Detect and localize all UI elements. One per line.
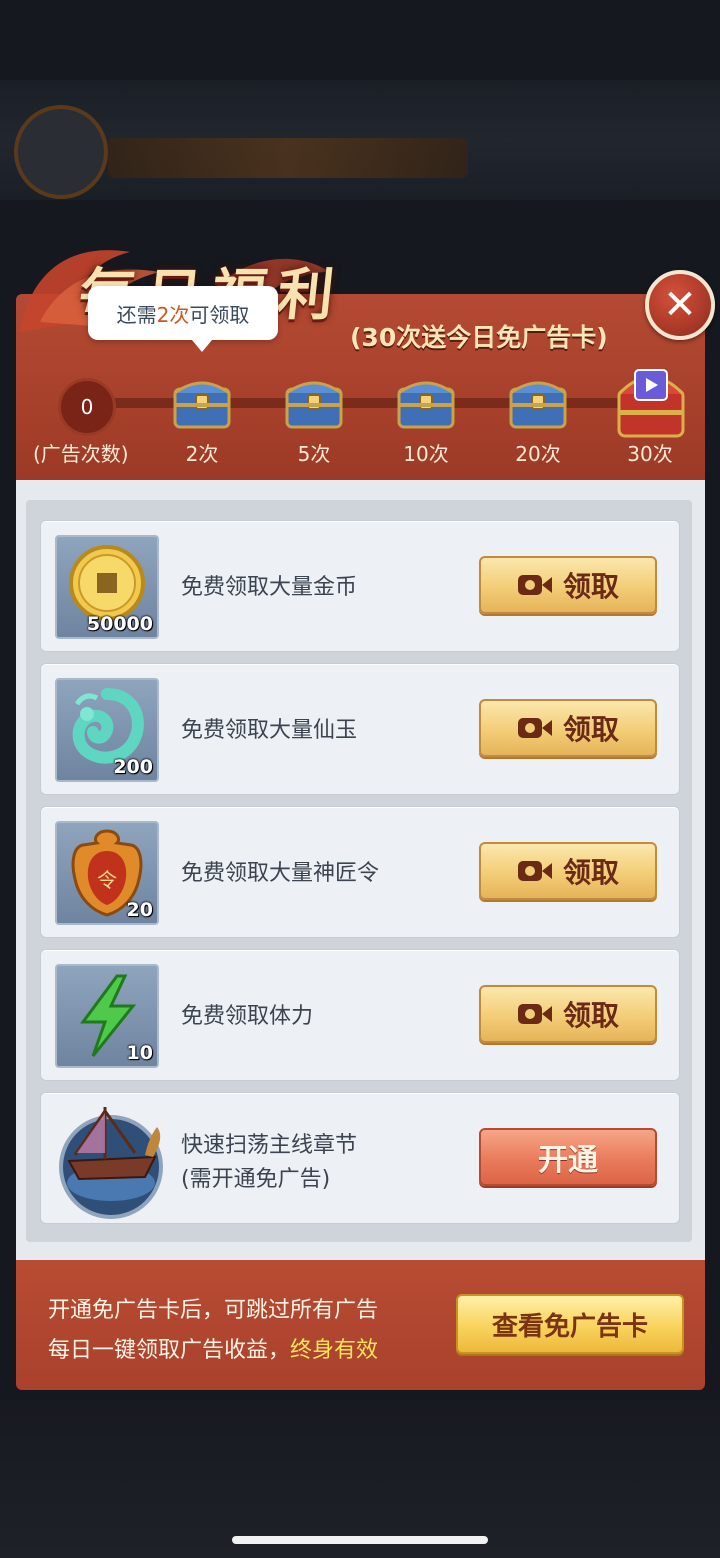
milestone-label: 10次 xyxy=(403,442,449,466)
home-indicator[interactable] xyxy=(232,1536,488,1544)
footer-text-prefix: 每日一键领取广告收益， xyxy=(48,1338,291,1363)
reward-name: 免费领取大量神匠令 xyxy=(181,861,380,886)
milestone-label: 2次 xyxy=(185,442,219,466)
reward-icon-box: 令 20 xyxy=(55,821,159,925)
sweep-subtitle: (需开通免广告) xyxy=(181,1167,331,1192)
reward-quantity: 200 xyxy=(113,756,153,778)
reward-icon-box: 200 xyxy=(55,678,159,782)
reward-card-stamina: 10 免费领取体力 领取 xyxy=(40,949,680,1081)
reward-icon-box: 50000 xyxy=(55,535,159,639)
ad-count-label: (广告次数) xyxy=(33,442,129,466)
reward-quantity: 20 xyxy=(126,899,153,921)
tooltip-text: 还需 xyxy=(116,302,157,327)
claim-button[interactable]: 领取 xyxy=(479,699,657,757)
claim-button[interactable]: 领取 xyxy=(479,556,657,614)
chest-icon[interactable] xyxy=(508,373,568,431)
claim-button-label: 领取 xyxy=(562,570,619,603)
chest-icon[interactable] xyxy=(396,373,456,431)
progress-track xyxy=(84,398,654,408)
milestone-label: 30次 xyxy=(627,442,673,466)
reward-icon-box: 10 xyxy=(55,964,159,1068)
svg-text:令: 令 xyxy=(97,868,117,892)
video-camera-icon xyxy=(517,575,552,595)
close-button[interactable]: ✕ xyxy=(645,270,715,340)
tooltip-highlight: 2次 xyxy=(156,302,190,327)
reward-card-craft-token: 令 20 免费领取大量神匠令 领取 xyxy=(40,806,680,938)
video-camera-icon xyxy=(517,1004,552,1024)
tooltip-text: 可领取 xyxy=(189,302,250,327)
claim-button[interactable]: 领取 xyxy=(479,985,657,1043)
reward-name: 免费领取体力 xyxy=(181,1004,314,1029)
claim-button[interactable]: 领取 xyxy=(479,842,657,900)
reward-quantity: 10 xyxy=(126,1042,153,1064)
chest-icon[interactable] xyxy=(172,373,232,431)
ad-count-badge: 0 xyxy=(58,378,116,436)
milestone-label: 5次 xyxy=(297,442,331,466)
sweep-card: 快速扫荡主线章节 (需开通免广告) 开通 xyxy=(40,1092,680,1224)
background-banner xyxy=(108,138,468,178)
footer-text: 开通免广告卡后，可跳过所有广告 xyxy=(48,1298,379,1323)
background-avatar xyxy=(14,105,108,199)
video-camera-icon xyxy=(517,718,552,738)
claim-button-label: 领取 xyxy=(562,713,619,746)
reward-card-gold: 50000 免费领取大量金币 领取 xyxy=(40,520,680,652)
video-camera-icon xyxy=(517,861,552,881)
chest-icon[interactable] xyxy=(284,373,344,431)
panel-subtitle: (30次送今日免广告卡) xyxy=(350,323,608,352)
reward-quantity: 50000 xyxy=(86,613,153,635)
background-bottom-nav xyxy=(0,1400,720,1558)
sweep-title: 快速扫荡主线章节 xyxy=(181,1133,358,1158)
milestone-label: 20次 xyxy=(515,442,561,466)
dragon-ship-icon xyxy=(59,1107,163,1219)
close-icon: ✕ xyxy=(663,282,697,328)
activate-button[interactable]: 开通 xyxy=(479,1128,657,1186)
progress-tooltip: 还需 2次 可领取 xyxy=(88,286,278,352)
view-ad-free-card-button[interactable]: 查看免广告卡 xyxy=(456,1294,684,1354)
ad-free-card-footer: 开通免广告卡后，可跳过所有广告 每日一键领取广告收益，终身有效 查看免广告卡 xyxy=(16,1260,705,1390)
reward-name: 免费领取大量仙玉 xyxy=(181,718,358,743)
footer-text: 每日一键领取广告收益，终身有效 xyxy=(48,1332,378,1364)
footer-highlight: 终身有效 xyxy=(290,1338,379,1363)
reward-card-jade: 200 免费领取大量仙玉 领取 xyxy=(40,663,680,795)
claim-button-label: 领取 xyxy=(562,856,619,889)
reward-name: 免费领取大量金币 xyxy=(181,575,358,600)
claim-button-label: 领取 xyxy=(562,999,619,1032)
grand-chest-icon[interactable] xyxy=(615,360,687,440)
